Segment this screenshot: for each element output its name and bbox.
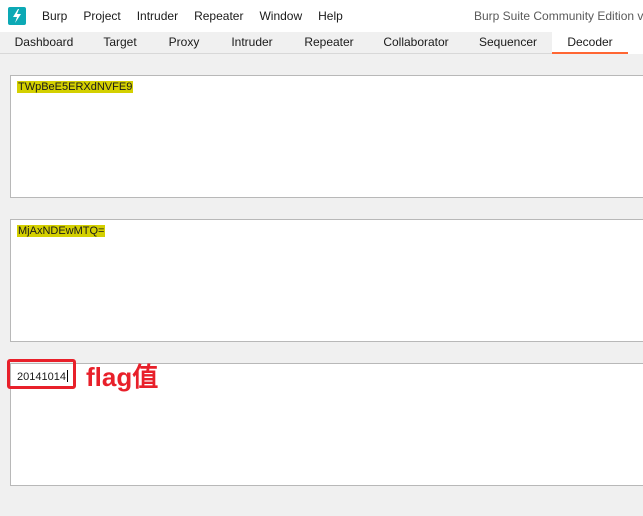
flag-annotation: flag值 bbox=[86, 362, 159, 392]
menu-help[interactable]: Help bbox=[310, 0, 351, 32]
decoder-panel-1[interactable]: TWpBeE5ERXdNVFE9 bbox=[10, 75, 643, 198]
window-title: Burp Suite Community Edition v2 bbox=[474, 9, 643, 23]
tab-sequencer[interactable]: Sequencer bbox=[464, 32, 552, 54]
tab-intruder[interactable]: Intruder bbox=[214, 32, 290, 54]
menu-bar: Burp Project Intruder Repeater Window He… bbox=[0, 0, 643, 32]
tab-decoder[interactable]: Decoder bbox=[552, 32, 628, 54]
flag-highlight-box bbox=[7, 359, 76, 389]
tab-dashboard[interactable]: Dashboard bbox=[2, 32, 86, 54]
tab-bar-overflow bbox=[628, 32, 643, 54]
menu-window[interactable]: Window bbox=[251, 0, 310, 32]
tab-proxy[interactable]: Proxy bbox=[154, 32, 214, 54]
burp-lightning-icon bbox=[8, 7, 26, 25]
tab-target[interactable]: Target bbox=[86, 32, 154, 54]
selection-highlight: TWpBeE5ERXdNVFE9 bbox=[17, 81, 134, 93]
decoder-panel-2-text[interactable]: MjAxNDEwMTQ= bbox=[17, 225, 106, 238]
tab-repeater[interactable]: Repeater bbox=[290, 32, 368, 54]
tab-collaborator[interactable]: Collaborator bbox=[368, 32, 464, 54]
menu-project[interactable]: Project bbox=[75, 0, 128, 32]
tab-bar: Dashboard Target Proxy Intruder Repeater… bbox=[0, 32, 643, 54]
menu-burp[interactable]: Burp bbox=[34, 0, 75, 32]
decoder-panel-1-text[interactable]: TWpBeE5ERXdNVFE9 bbox=[17, 81, 134, 94]
menu-intruder[interactable]: Intruder bbox=[129, 0, 186, 32]
selection-highlight: MjAxNDEwMTQ= bbox=[17, 225, 106, 237]
decoder-panel-2[interactable]: MjAxNDEwMTQ= bbox=[10, 219, 643, 342]
menu-repeater[interactable]: Repeater bbox=[186, 0, 251, 32]
